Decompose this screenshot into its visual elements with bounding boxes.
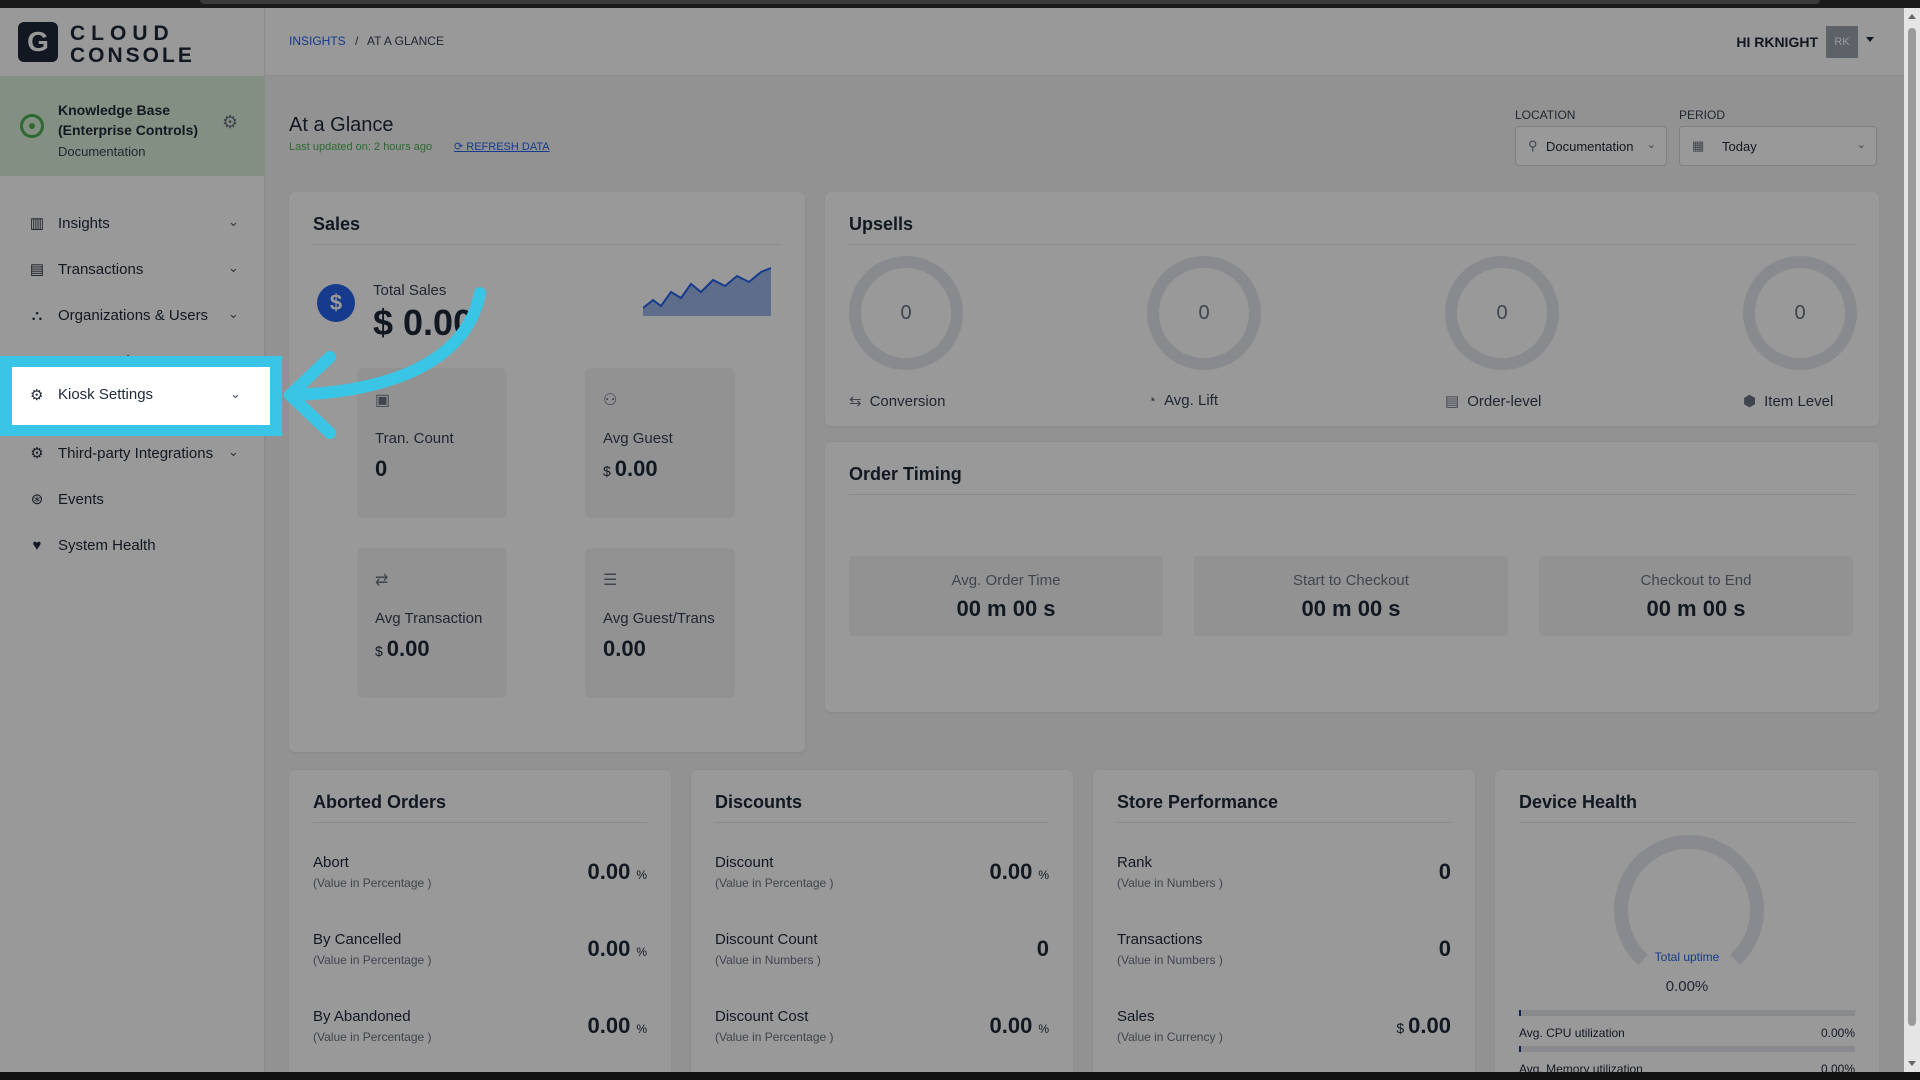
browser-top-bar bbox=[0, 0, 1920, 8]
browser-bottom-bar bbox=[0, 1072, 1920, 1080]
chevron-down-icon: ⌄ bbox=[230, 386, 241, 401]
pointer-arrow-icon bbox=[284, 287, 486, 439]
sidebar-item-kiosk-settings-highlighted[interactable]: ⚙ Kiosk Settings ⌄ bbox=[12, 367, 270, 425]
tutorial-dim-overlay bbox=[0, 8, 1904, 1072]
sidebar-item-label: Kiosk Settings bbox=[58, 386, 154, 403]
kiosk-settings-icon: ⚙ bbox=[30, 387, 44, 404]
app-window: G CLOUD CONSOLE Knowledge Base (Enterpri… bbox=[0, 0, 1920, 1080]
scrollbar[interactable] bbox=[1904, 8, 1920, 1072]
highlight-kiosk-settings[interactable]: ⚙ Kiosk Settings ⌄ bbox=[0, 356, 282, 436]
